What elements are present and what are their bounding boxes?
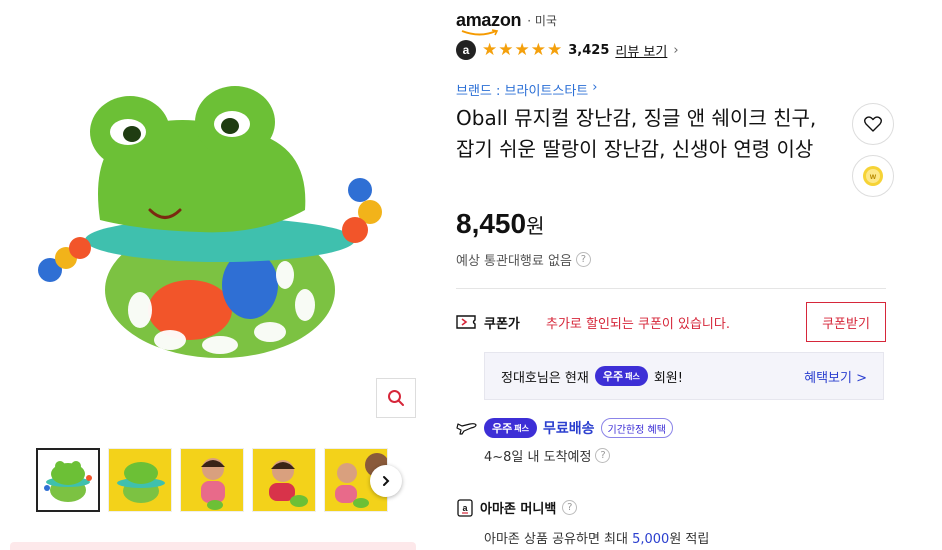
get-coupon-button[interactable]: 쿠폰받기 — [806, 302, 886, 342]
store-row: amazon · 미국 — [456, 10, 557, 36]
membership-text: 정대호님은 현재 우주 패스 회원! — [501, 366, 683, 386]
price-value: 8,450 — [456, 208, 527, 239]
chevron-right-icon — [383, 476, 390, 486]
shipping-row: 우주 패스 무료배송 기간한정 혜택 — [456, 418, 673, 438]
star-icon: ★ — [530, 39, 546, 60]
amazon-logo[interactable]: amazon — [456, 10, 522, 36]
coupon-icon — [456, 315, 476, 329]
airplane-icon — [456, 423, 477, 435]
rating-row: a ★ ★ ★ ★ ★ 3,425 리뷰 보기 › — [456, 40, 679, 60]
member-suffix: 회원! — [653, 370, 683, 386]
thumbnail-4[interactable] — [252, 448, 316, 512]
moneyback-icon: a — [457, 498, 473, 517]
free-shipping-label: 무료배송 — [542, 421, 595, 437]
moneyback-description: 아마존 상품 공유하면 최대 5,000원 적립 — [484, 532, 710, 547]
thumbnail-3[interactable] — [180, 448, 244, 512]
thumbnail-strip — [36, 448, 406, 514]
membership-box: 정대호님은 현재 우주 패스 회원! 혜택보기 > — [484, 352, 884, 400]
store-country: · 미국 — [527, 14, 557, 28]
help-icon[interactable]: ? — [595, 448, 611, 463]
coupon-row: 쿠폰가 추가로 할인되는 쿠폰이 있습니다. 쿠폰받기 — [456, 302, 886, 342]
product-title: Oball 뮤지컬 장난감, 징글 앤 쉐이크 친구, 잡기 쉬운 딸랑이 장난… — [456, 106, 817, 161]
thumbnail-next-button[interactable] — [370, 465, 402, 497]
heart-icon — [864, 116, 882, 132]
svg-text:a: a — [462, 503, 468, 513]
review-link[interactable]: 리뷰 보기 — [615, 41, 667, 60]
arrival-estimate: 4~8일 내 도착예정 ? — [484, 446, 611, 465]
amazon-badge-icon: a — [456, 40, 476, 60]
benefit-link[interactable]: 혜택보기 > — [804, 367, 867, 386]
moneyback-title: 아마존 머니백 — [480, 502, 557, 517]
chevron-right-icon: › — [673, 42, 679, 58]
brand-label: 브랜드 : 브라이트스타트 — [456, 84, 589, 99]
svg-text:w: w — [869, 172, 877, 181]
price-currency: 원 — [526, 214, 545, 238]
star-icon: ★ — [514, 39, 530, 60]
product-price: 8,450원 — [456, 208, 544, 240]
coupon-message: 추가로 할인되는 쿠폰이 있습니다. — [546, 316, 730, 332]
customs-fee-info: 예상 통관대행료 없음 ? — [456, 250, 591, 269]
help-icon[interactable]: ? — [575, 252, 591, 267]
divider — [456, 288, 886, 289]
moneyback-row: a 아마존 머니백 ? — [456, 498, 578, 517]
star-rating: ★ ★ ★ ★ ★ — [482, 39, 563, 60]
brand-link[interactable]: 브랜드 : 브라이트스타트 › — [456, 80, 597, 99]
upass-badge: 우주 패스 — [594, 366, 648, 386]
thumbnail-2[interactable] — [108, 448, 172, 512]
help-icon[interactable]: ? — [562, 500, 578, 515]
reward-coin-button[interactable]: w — [852, 155, 894, 197]
arrival-text: 4~8일 내 도착예정 — [484, 450, 592, 465]
amazon-smile-icon — [461, 29, 499, 36]
star-icon: ★ — [498, 39, 514, 60]
search-icon — [388, 390, 404, 406]
thumbnail-1[interactable] — [36, 448, 100, 512]
star-icon: ★ — [482, 39, 498, 60]
limited-benefit-badge: 기간한정 혜택 — [600, 418, 673, 438]
member-name-text: 정대호님은 현재 — [501, 370, 589, 386]
coupon-label: 쿠폰가 — [484, 316, 520, 332]
moneyback-amount: 5,000 — [632, 532, 670, 547]
product-main-image[interactable] — [20, 70, 410, 370]
star-icon: ★ — [547, 39, 563, 60]
review-count: 3,425 — [568, 42, 610, 58]
customs-text: 예상 통관대행료 없음 — [456, 254, 572, 269]
wishlist-button[interactable] — [852, 103, 894, 145]
zoom-button[interactable] — [376, 378, 416, 418]
promo-strip — [10, 542, 416, 550]
upass-badge: 우주 패스 — [484, 418, 537, 438]
chevron-right-icon: › — [592, 80, 598, 95]
coin-icon: w — [863, 166, 883, 186]
